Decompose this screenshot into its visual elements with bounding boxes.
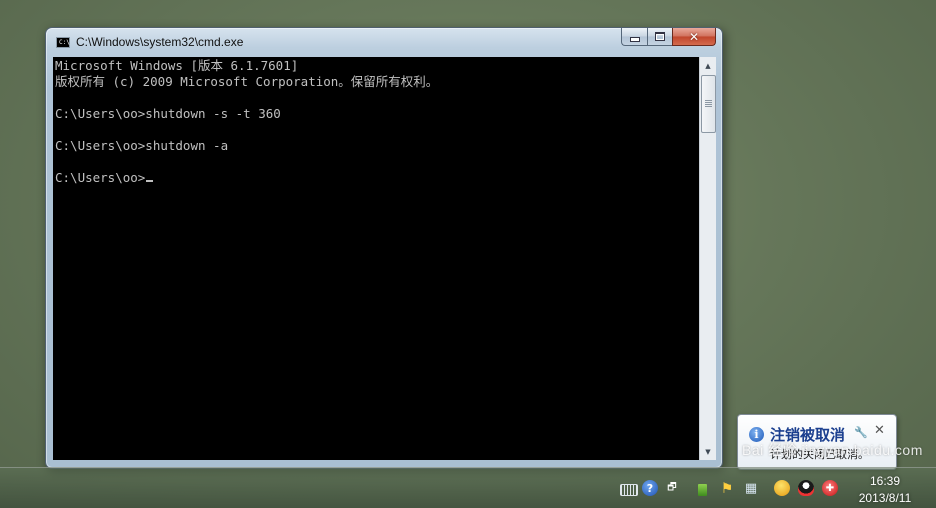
shield-icon[interactable]: ✚: [822, 480, 838, 496]
text-cursor: [146, 180, 154, 182]
console-prompt-line[interactable]: C:\Users\oo>: [55, 170, 154, 186]
clock[interactable]: 16:39 2013/8/11: [852, 473, 918, 506]
console-line: 版权所有 (c) 2009 Microsoft Corporation。保留所有…: [55, 74, 439, 89]
maximize-icon: [655, 32, 665, 41]
cmd-window[interactable]: C:\ C:\Windows\system32\cmd.exe ✕ Micros…: [45, 27, 723, 469]
scroll-grip-icon: [705, 100, 712, 107]
console-prompt: C:\Users\oo>: [55, 170, 146, 185]
title-bar[interactable]: C:\ C:\Windows\system32\cmd.exe ✕: [46, 28, 722, 56]
usb-icon[interactable]: [698, 484, 707, 496]
notification-close-icon[interactable]: ✕: [874, 423, 885, 438]
wrench-icon[interactable]: 🔧: [854, 426, 868, 439]
scroll-down-icon: ▼: [705, 447, 711, 456]
info-icon: i: [749, 427, 764, 442]
caption-buttons: ✕: [621, 28, 716, 46]
console-output[interactable]: Microsoft Windows [版本 6.1.7601] 版权所有 (c)…: [53, 57, 699, 460]
vertical-scrollbar[interactable]: ▲ ▼: [699, 57, 716, 460]
notification-balloon[interactable]: i 注销被取消 计划的关闭已取消。 🔧 ✕: [737, 414, 897, 470]
help-icon[interactable]: ?: [642, 480, 658, 496]
maximize-button[interactable]: [647, 28, 672, 46]
keyboard-icon[interactable]: [620, 484, 638, 496]
notification-body: 计划的关闭已取消。: [770, 448, 869, 461]
console-line: C:\Users\oo>shutdown -s -t 360: [55, 106, 281, 121]
scroll-down-button[interactable]: ▼: [700, 443, 716, 460]
window-title: C:\Windows\system32\cmd.exe: [76, 35, 244, 49]
clock-date: 2013/8/11: [858, 491, 912, 505]
console-line: C:\Users\oo>shutdown -a: [55, 138, 229, 153]
minimize-icon: [629, 37, 640, 42]
close-button[interactable]: ✕: [672, 28, 716, 46]
taskbar: ? 🗗 ⚑ ▦ ✚ 16:39 2013/8/11: [0, 467, 936, 508]
close-icon: ✕: [688, 29, 700, 44]
scroll-up-button[interactable]: ▲: [700, 57, 716, 74]
scroll-thumb[interactable]: [701, 75, 716, 133]
notification-title: 注销被取消: [770, 426, 846, 444]
flag-icon[interactable]: ⚑: [720, 480, 734, 497]
network-icon[interactable]: ▦: [744, 480, 758, 497]
cmd-app-icon[interactable]: C:\: [56, 37, 70, 48]
minimize-button[interactable]: [621, 28, 647, 46]
console-line: Microsoft Windows [版本 6.1.7601]: [55, 58, 299, 73]
windows-icon[interactable]: 🗗: [666, 480, 678, 497]
scroll-up-icon: ▲: [705, 61, 711, 70]
cmd-app-icon-text: C:\: [59, 39, 70, 46]
clock-time: 16:39: [869, 474, 901, 488]
penguin-icon[interactable]: [798, 480, 814, 496]
qq-icon[interactable]: [774, 480, 790, 496]
